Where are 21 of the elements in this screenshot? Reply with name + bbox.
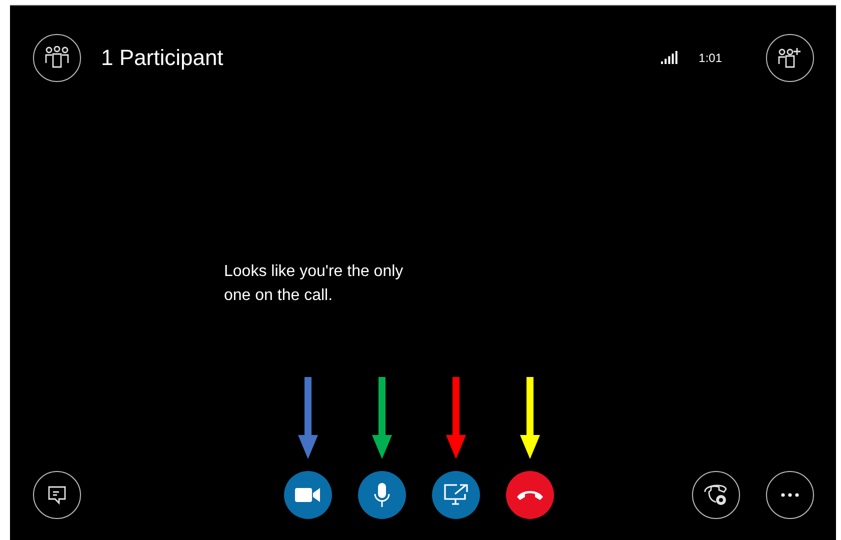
more-icon (781, 493, 799, 497)
chat-icon (47, 485, 67, 505)
share-screen-button[interactable] (432, 471, 480, 519)
more-options-button[interactable] (766, 471, 814, 519)
signal-strength-icon (660, 51, 679, 65)
screen-share-icon (442, 483, 468, 507)
participants-button[interactable] (33, 34, 81, 82)
participant-count: 1 Participant (101, 45, 224, 71)
phone-icon (516, 489, 544, 501)
call-timer: 1:01 (698, 51, 722, 65)
video-camera-icon (294, 487, 320, 503)
hang-up-button[interactable] (506, 471, 554, 519)
mute-button[interactable] (358, 471, 406, 519)
people-icon (44, 46, 70, 70)
alone-message: Looks like you're the only one on the call. (224, 262, 404, 306)
add-people-button[interactable] (766, 34, 814, 82)
microphone-icon (372, 482, 390, 508)
chat-button[interactable] (33, 471, 81, 519)
add-people-icon (777, 46, 803, 70)
call-settings-button[interactable] (692, 471, 740, 519)
video-button[interactable] (284, 471, 332, 519)
